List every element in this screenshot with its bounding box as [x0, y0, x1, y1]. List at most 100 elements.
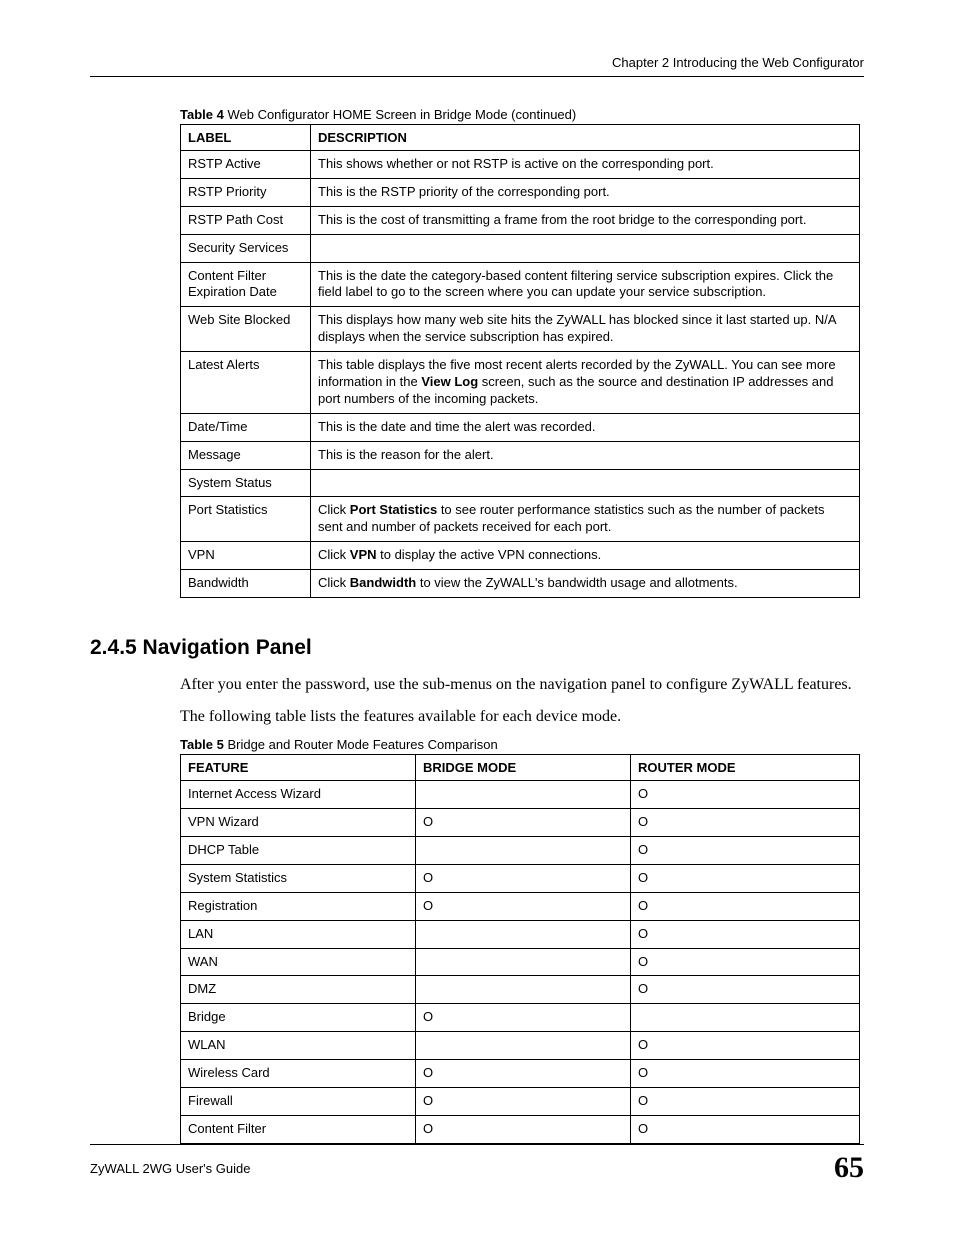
table5-cell-bridge [416, 781, 631, 809]
table-row: Content Filter Expiration DateThis is th… [181, 262, 860, 307]
table4-label-cell: Security Services [181, 234, 311, 262]
table4-label-cell: RSTP Path Cost [181, 206, 311, 234]
table4-header-label: LABEL [181, 125, 311, 151]
table4-desc-cell: This is the cost of transmitting a frame… [311, 206, 860, 234]
table4-label-cell: Content Filter Expiration Date [181, 262, 311, 307]
table4-desc-cell: Click Bandwidth to view the ZyWALL's ban… [311, 570, 860, 598]
table5-cell-router: O [631, 1088, 860, 1116]
table5-cell-feature: System Statistics [181, 864, 416, 892]
table5-header-feature: FEATURE [181, 755, 416, 781]
table-row: System StatisticsOO [181, 864, 860, 892]
table4-desc-cell [311, 234, 860, 262]
table5-cell-bridge: O [416, 809, 631, 837]
table4-label-cell: RSTP Active [181, 151, 311, 179]
table-row: BandwidthClick Bandwidth to view the ZyW… [181, 570, 860, 598]
table5-cell-feature: Content Filter [181, 1115, 416, 1143]
table-row: RegistrationOO [181, 892, 860, 920]
table4-desc-cell: This is the date and time the alert was … [311, 413, 860, 441]
table4-desc-cell: This is the RSTP priority of the corresp… [311, 178, 860, 206]
table5-cell-feature: WLAN [181, 1032, 416, 1060]
table-row: BridgeO [181, 1004, 860, 1032]
table5-cell-bridge: O [416, 892, 631, 920]
table4-label-cell: Message [181, 441, 311, 469]
table4-label-cell: Latest Alerts [181, 352, 311, 414]
table-row: VPN WizardOO [181, 809, 860, 837]
table5-caption: Table 5 Bridge and Router Mode Features … [180, 737, 864, 752]
table4-desc-cell: This table displays the five most recent… [311, 352, 860, 414]
table5-cell-feature: Wireless Card [181, 1060, 416, 1088]
table5-cell-bridge [416, 948, 631, 976]
table5-cell-router: O [631, 892, 860, 920]
table-row: Port StatisticsClick Port Statistics to … [181, 497, 860, 542]
page-footer: ZyWALL 2WG User's Guide 65 [90, 1144, 864, 1185]
table5-cell-feature: Internet Access Wizard [181, 781, 416, 809]
table5: FEATURE BRIDGE MODE ROUTER MODE Internet… [180, 754, 860, 1144]
table5-cell-bridge: O [416, 864, 631, 892]
table5-cell-feature: Registration [181, 892, 416, 920]
table-row: RSTP PriorityThis is the RSTP priority o… [181, 178, 860, 206]
table5-cell-router [631, 1004, 860, 1032]
table-row: VPNClick VPN to display the active VPN c… [181, 542, 860, 570]
table-row: WLAN O [181, 1032, 860, 1060]
page-number: 65 [834, 1151, 864, 1185]
table-row: Date/TimeThis is the date and time the a… [181, 413, 860, 441]
table5-cell-router: O [631, 1115, 860, 1143]
table-row: Content FilterOO [181, 1115, 860, 1143]
table4-label-cell: System Status [181, 469, 311, 497]
table-row: Latest AlertsThis table displays the fiv… [181, 352, 860, 414]
table5-cell-bridge: O [416, 1004, 631, 1032]
table5-cell-bridge [416, 837, 631, 865]
table5-cell-router: O [631, 837, 860, 865]
table4-label-cell: Bandwidth [181, 570, 311, 598]
table5-cell-router: O [631, 1060, 860, 1088]
table-row: Internet Access Wizard O [181, 781, 860, 809]
table-row: DMZ O [181, 976, 860, 1004]
chapter-header: Chapter 2 Introducing the Web Configurat… [90, 55, 864, 77]
table4-label-cell: Web Site Blocked [181, 307, 311, 352]
table4: LABEL DESCRIPTION RSTP ActiveThis shows … [180, 124, 860, 598]
table4-header-description: DESCRIPTION [311, 125, 860, 151]
table5-cell-router: O [631, 976, 860, 1004]
table4-desc-cell: This shows whether or not RSTP is active… [311, 151, 860, 179]
table4-desc-cell: This displays how many web site hits the… [311, 307, 860, 352]
table4-desc-cell: This is the reason for the alert. [311, 441, 860, 469]
table4-desc-cell [311, 469, 860, 497]
table5-cell-feature: LAN [181, 920, 416, 948]
body-paragraph-1: After you enter the password, use the su… [180, 674, 864, 696]
table-row: Web Site BlockedThis displays how many w… [181, 307, 860, 352]
table5-cell-router: O [631, 864, 860, 892]
table5-cell-feature: DHCP Table [181, 837, 416, 865]
footer-guide-name: ZyWALL 2WG User's Guide [90, 1161, 250, 1176]
table-row: LAN O [181, 920, 860, 948]
table5-cell-feature: DMZ [181, 976, 416, 1004]
table4-desc-cell: Click Port Statistics to see router perf… [311, 497, 860, 542]
table5-cell-feature: VPN Wizard [181, 809, 416, 837]
table4-label-cell: RSTP Priority [181, 178, 311, 206]
table5-cell-bridge [416, 976, 631, 1004]
table-row: DHCP Table O [181, 837, 860, 865]
table4-label-cell: VPN [181, 542, 311, 570]
section-title: 2.4.5 Navigation Panel [90, 636, 864, 660]
table5-cell-feature: Bridge [181, 1004, 416, 1032]
table4-label-cell: Port Statistics [181, 497, 311, 542]
table5-cell-router: O [631, 948, 860, 976]
table5-cell-router: O [631, 920, 860, 948]
table5-cell-feature: WAN [181, 948, 416, 976]
table5-cell-router: O [631, 1032, 860, 1060]
body-paragraph-2: The following table lists the features a… [180, 706, 864, 728]
table4-desc-cell: This is the date the category-based cont… [311, 262, 860, 307]
table5-cell-bridge: O [416, 1060, 631, 1088]
table5-cell-bridge: O [416, 1088, 631, 1116]
table-row: RSTP ActiveThis shows whether or not RST… [181, 151, 860, 179]
table4-label-cell: Date/Time [181, 413, 311, 441]
table-row: MessageThis is the reason for the alert. [181, 441, 860, 469]
table4-caption: Table 4 Web Configurator HOME Screen in … [180, 107, 864, 122]
table5-cell-feature: Firewall [181, 1088, 416, 1116]
table-row: System Status [181, 469, 860, 497]
table5-cell-router: O [631, 809, 860, 837]
table5-cell-router: O [631, 781, 860, 809]
table-row: RSTP Path CostThis is the cost of transm… [181, 206, 860, 234]
table5-header-router: ROUTER MODE [631, 755, 860, 781]
table5-header-bridge: BRIDGE MODE [416, 755, 631, 781]
table-row: Wireless CardOO [181, 1060, 860, 1088]
